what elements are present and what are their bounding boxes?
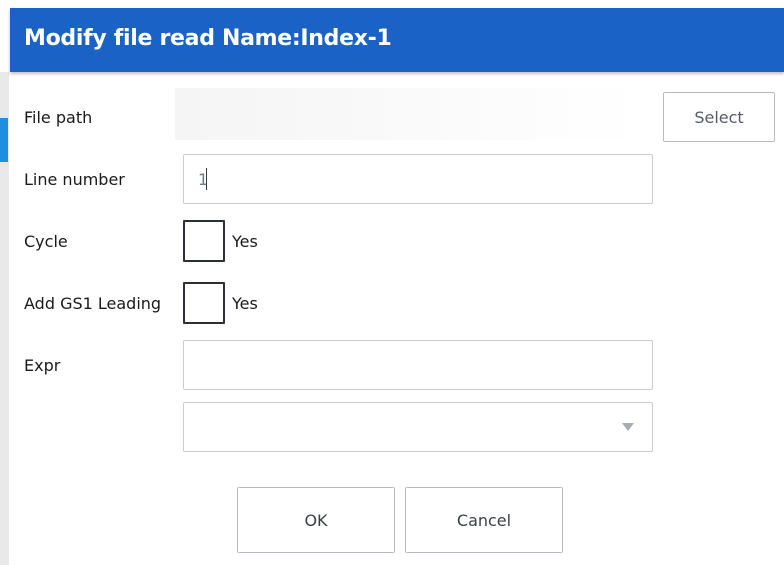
select-file-button[interactable]: Select — [663, 92, 775, 142]
line-number-label: Line number — [24, 170, 125, 189]
cycle-yes-label: Yes — [232, 232, 258, 251]
cancel-button[interactable]: Cancel — [405, 487, 563, 553]
add-gs1-leading-label: Add GS1 Leading — [24, 294, 162, 313]
add-gs1-leading-yes-label: Yes — [232, 294, 258, 313]
file-path-display — [175, 88, 645, 140]
cycle-checkbox[interactable] — [183, 220, 225, 262]
add-gs1-leading-checkbox[interactable] — [183, 282, 225, 324]
expr-dropdown[interactable] — [183, 402, 653, 452]
background-side-tab — [0, 118, 8, 162]
ok-button[interactable]: OK — [237, 487, 395, 553]
line-number-input[interactable] — [183, 154, 653, 204]
file-path-label: File path — [24, 108, 93, 127]
cycle-label: Cycle — [24, 232, 68, 251]
text-caret — [206, 168, 207, 190]
expr-label: Expr — [24, 356, 61, 375]
dialog-title-bar: Modify file read Name:Index-1 — [10, 8, 784, 72]
dialog-title: Modify file read Name:Index-1 — [24, 26, 392, 51]
expr-input[interactable] — [183, 340, 653, 390]
chevron-down-icon[interactable] — [622, 423, 634, 431]
modify-file-read-dialog: Modify file read Name:Index-1 File path … — [0, 0, 784, 565]
